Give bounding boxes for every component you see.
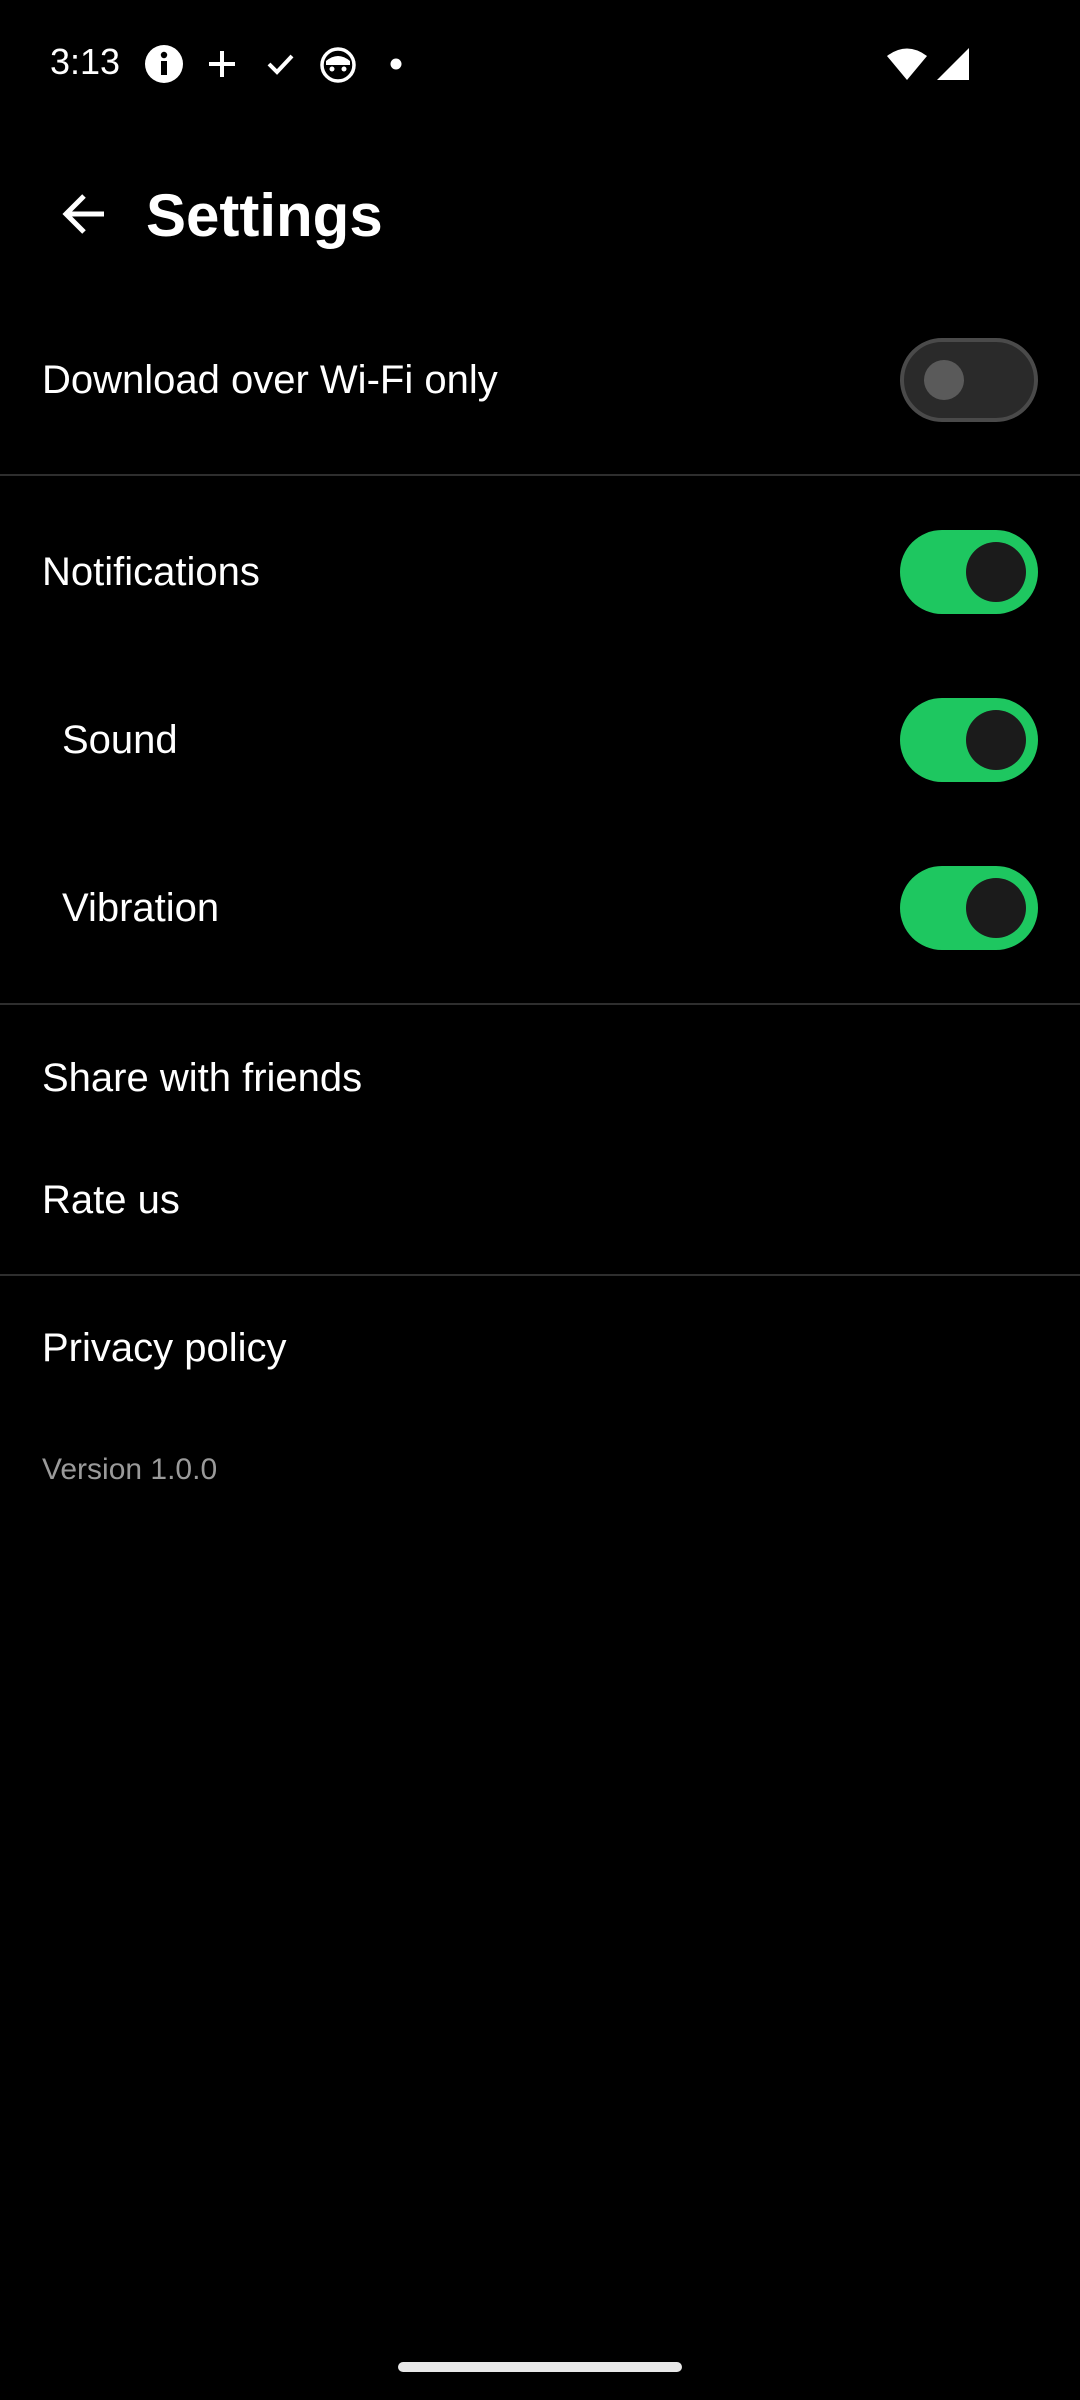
version-text: Version 1.0.0 [42, 1453, 218, 1486]
status-bar: 3:13 [0, 0, 1080, 128]
divider [0, 1274, 1080, 1276]
toggle-knob [966, 710, 1026, 770]
dot-icon [374, 42, 418, 86]
privacy-policy-label: Privacy policy [42, 1326, 287, 1370]
share-with-friends-label: Share with friends [42, 1056, 363, 1100]
status-time: 3:13 [50, 41, 121, 82]
info-icon [142, 42, 186, 86]
toggle-knob [924, 360, 964, 400]
system-status-icons [878, 44, 970, 84]
wifi-only-toggle[interactable] [900, 338, 1038, 422]
toggle-knob [966, 878, 1026, 938]
wifi-icon [886, 47, 928, 81]
toggle-knob [966, 542, 1026, 602]
rate-us-label: Rate us [42, 1178, 180, 1222]
notifications-label: Notifications [42, 550, 260, 594]
divider [0, 1003, 1080, 1005]
back-button[interactable] [44, 176, 124, 256]
vibration-label: Vibration [62, 886, 220, 930]
sound-label: Sound [62, 718, 178, 762]
divider [0, 474, 1080, 476]
cellular-signal-icon [936, 47, 970, 81]
check-icon [258, 42, 302, 86]
share-with-friends-row[interactable]: Share with friends [0, 1018, 1080, 1138]
vibration-toggle[interactable] [900, 866, 1038, 950]
arrow-left-icon [60, 190, 108, 243]
sound-toggle[interactable] [900, 698, 1038, 782]
plus-icon [200, 42, 244, 86]
wifi-only-label: Download over Wi-Fi only [42, 358, 498, 402]
privacy-policy-row[interactable]: Privacy policy [0, 1288, 1080, 1408]
cat-face-icon [316, 42, 360, 86]
app-bar: Settings [0, 148, 1080, 278]
page-title: Settings [146, 182, 383, 249]
notification-icons [142, 40, 432, 88]
rate-us-row[interactable]: Rate us [0, 1140, 1080, 1260]
notifications-toggle[interactable] [900, 530, 1038, 614]
gesture-navigation-bar[interactable] [398, 2362, 682, 2372]
